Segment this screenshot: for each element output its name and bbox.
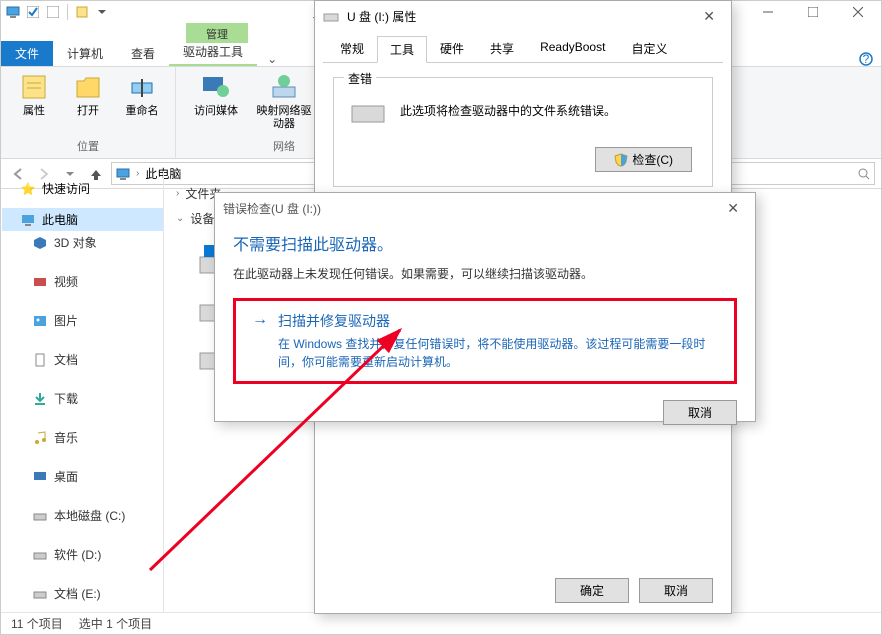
video-icon bbox=[32, 274, 48, 290]
quick-access-toolbar bbox=[1, 4, 114, 20]
tab-file[interactable]: 文件 bbox=[1, 41, 53, 66]
close-button[interactable] bbox=[836, 1, 881, 23]
nav-this-pc[interactable]: 此电脑 bbox=[2, 208, 163, 231]
shield-icon bbox=[614, 153, 628, 167]
group-label: 网络 bbox=[273, 138, 295, 156]
nav-music[interactable]: 音乐 bbox=[2, 426, 163, 449]
error-check-dialog: 错误检查(U 盘 (I:)) ✕ 不需要扫描此驱动器。 在此驱动器上未发现任何错… bbox=[214, 192, 756, 422]
drive-icon bbox=[323, 8, 339, 24]
ribbon-properties[interactable]: 属性 bbox=[11, 71, 57, 118]
music-icon bbox=[32, 430, 48, 446]
arrow-right-icon: → bbox=[252, 311, 268, 329]
ribbon-expand-icon[interactable]: ⌄ bbox=[257, 52, 287, 66]
action-description: 在 Windows 查找并修复任何错误时，将不能使用驱动器。该过程可能需要一段时… bbox=[278, 335, 718, 371]
document-icon bbox=[32, 352, 48, 368]
status-count: 11 个项目 bbox=[11, 615, 63, 632]
tab-readyboost[interactable]: ReadyBoost bbox=[527, 35, 618, 62]
check-description-row: 此选项将检查驱动器中的文件系统错误。 bbox=[350, 92, 696, 128]
close-button[interactable]: ✕ bbox=[719, 198, 747, 219]
scan-repair-action[interactable]: → 扫描并修复驱动器 在 Windows 查找并修复任何错误时，将不能使用驱动器… bbox=[233, 298, 737, 384]
nav-local-c[interactable]: 本地磁盘 (C:) bbox=[2, 504, 163, 527]
checkbox-icon[interactable] bbox=[25, 4, 41, 20]
dialog-title: U 盘 (I:) 属性 bbox=[347, 8, 416, 25]
nav-3d-objects[interactable]: 3D 对象 bbox=[2, 231, 163, 254]
star-icon: ⭐ bbox=[20, 181, 36, 197]
headline: 不需要扫描此驱动器。 bbox=[233, 231, 737, 255]
dropdown-icon[interactable] bbox=[94, 4, 110, 20]
media-icon bbox=[200, 71, 232, 103]
tab-sharing[interactable]: 共享 bbox=[477, 35, 527, 62]
navigation-pane: ⭐快速访问 此电脑 3D 对象 视频 图片 文档 下载 音乐 桌面 本地磁盘 (… bbox=[2, 171, 164, 612]
computer-icon bbox=[5, 4, 21, 20]
nav-downloads[interactable]: 下载 bbox=[2, 387, 163, 410]
window-controls bbox=[746, 1, 881, 23]
tab-tools[interactable]: 工具 bbox=[377, 36, 427, 63]
close-button[interactable]: ✕ bbox=[695, 6, 723, 27]
drive-icon bbox=[350, 92, 386, 128]
computer-icon bbox=[20, 212, 36, 228]
download-icon bbox=[32, 391, 48, 407]
tab-hardware[interactable]: 硬件 bbox=[427, 35, 477, 62]
drive-icon bbox=[32, 586, 48, 602]
nav-videos[interactable]: 视频 bbox=[2, 270, 163, 293]
ribbon-map-drive[interactable]: 映射网络驱动器 bbox=[254, 71, 314, 131]
properties-icon[interactable] bbox=[74, 4, 90, 20]
ribbon-open[interactable]: 打开 bbox=[65, 71, 111, 118]
error-check-group: 查错 此选项将检查驱动器中的文件系统错误。 检查(C) bbox=[333, 77, 713, 187]
nav-quick-access[interactable]: ⭐快速访问 bbox=[2, 177, 163, 200]
tab-computer[interactable]: 计算机 bbox=[53, 41, 117, 66]
nav-desktop[interactable]: 桌面 bbox=[2, 465, 163, 488]
drive-icon bbox=[32, 547, 48, 563]
tab-drive-tools[interactable]: 驱动器工具 bbox=[169, 39, 257, 66]
status-selected: 选中 1 个项目 bbox=[79, 615, 152, 632]
status-bar: 11 个项目 选中 1 个项目 bbox=[1, 612, 881, 634]
properties-tabs: 常规 工具 硬件 共享 ReadyBoost 自定义 bbox=[323, 35, 723, 63]
maximize-button[interactable] bbox=[791, 1, 836, 23]
cancel-button[interactable]: 取消 bbox=[663, 400, 737, 425]
folder-open-icon bbox=[72, 71, 104, 103]
chevron-down-icon: ⌄ bbox=[176, 213, 184, 224]
tab-custom[interactable]: 自定义 bbox=[618, 35, 680, 62]
check-description: 此选项将检查驱动器中的文件系统错误。 bbox=[400, 102, 616, 119]
rename-icon bbox=[126, 71, 158, 103]
map-drive-icon bbox=[268, 71, 300, 103]
properties-icon bbox=[18, 71, 50, 103]
cancel-button[interactable]: 取消 bbox=[639, 578, 713, 603]
minimize-button[interactable] bbox=[746, 1, 791, 23]
check-button[interactable]: 检查(C) bbox=[595, 147, 692, 172]
help-icon[interactable]: ? bbox=[859, 52, 873, 66]
dialog-title: 错误检查(U 盘 (I:)) bbox=[223, 200, 321, 217]
tab-general[interactable]: 常规 bbox=[327, 35, 377, 62]
dialog-title-bar[interactable]: 错误检查(U 盘 (I:)) ✕ bbox=[215, 193, 755, 223]
sub-text: 在此驱动器上未发现任何错误。如果需要，可以继续扫描该驱动器。 bbox=[233, 265, 737, 282]
nav-documents[interactable]: 文档 bbox=[2, 348, 163, 371]
ribbon-group-location: 属性 打开 重命名 位置 bbox=[1, 67, 176, 158]
nav-docs-e[interactable]: 文档 (E:) bbox=[2, 582, 163, 605]
ribbon-access-media[interactable]: 访问媒体 bbox=[186, 71, 246, 131]
dialog-title-bar[interactable]: U 盘 (I:) 属性 ✕ bbox=[315, 1, 731, 31]
desktop-icon bbox=[32, 469, 48, 485]
svg-text:?: ? bbox=[863, 52, 870, 66]
dialog-buttons: 确定 取消 bbox=[555, 578, 713, 603]
tab-view[interactable]: 查看 bbox=[117, 41, 169, 66]
chevron-right-icon: › bbox=[176, 188, 179, 199]
cube-icon bbox=[32, 235, 48, 251]
nav-pictures[interactable]: 图片 bbox=[2, 309, 163, 332]
drive-icon bbox=[32, 508, 48, 524]
action-title: 扫描并修复驱动器 bbox=[278, 311, 718, 331]
fieldset-legend: 查错 bbox=[344, 70, 376, 87]
dialog-body: 不需要扫描此驱动器。 在此驱动器上未发现任何错误。如果需要，可以继续扫描该驱动器… bbox=[215, 223, 755, 437]
checkbox-icon-2[interactable] bbox=[45, 4, 61, 20]
ribbon-rename[interactable]: 重命名 bbox=[119, 71, 165, 118]
group-label: 位置 bbox=[77, 138, 99, 156]
ok-button[interactable]: 确定 bbox=[555, 578, 629, 603]
picture-icon bbox=[32, 313, 48, 329]
nav-soft-d[interactable]: 软件 (D:) bbox=[2, 543, 163, 566]
